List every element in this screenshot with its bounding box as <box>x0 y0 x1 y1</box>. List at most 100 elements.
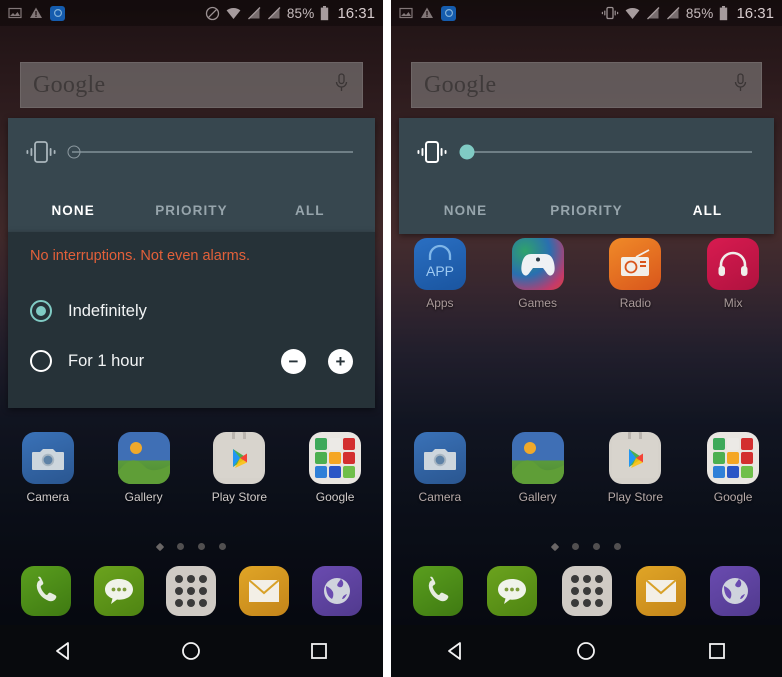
tab-none[interactable]: NONE <box>14 203 132 218</box>
volume-slider[interactable] <box>459 144 752 160</box>
vibrate-icon[interactable] <box>415 139 449 165</box>
microphone-icon[interactable] <box>732 72 749 99</box>
warning-icon <box>30 7 42 18</box>
volume-slider-thumb[interactable] <box>67 145 81 159</box>
volume-slider[interactable] <box>67 145 353 159</box>
folder-app-music <box>727 452 740 464</box>
dock-browser[interactable] <box>300 566 373 616</box>
page-dot[interactable] <box>593 543 600 550</box>
apps-folder-icon: APP <box>413 238 466 290</box>
zen-option-indefinitely[interactable]: Indefinitely <box>30 286 353 336</box>
page-dot[interactable] <box>219 543 226 550</box>
tab-none[interactable]: NONE <box>405 203 526 218</box>
app-label: Apps <box>426 296 454 310</box>
navigation-bar <box>391 625 782 677</box>
folder-app-maps <box>713 452 726 464</box>
duration-stepper: − + <box>281 348 353 374</box>
back-triangle-icon[interactable] <box>430 625 482 677</box>
phone-icon <box>21 566 72 616</box>
status-bar-clock: 16:31 <box>337 4 375 22</box>
dock-app-drawer[interactable] <box>549 566 623 616</box>
app-label: Gallery <box>124 490 163 504</box>
tab-all[interactable]: ALL <box>251 203 369 218</box>
dock-messages[interactable] <box>83 566 156 616</box>
volume-slider-row <box>399 118 774 186</box>
decrease-duration-button[interactable]: − <box>281 348 306 374</box>
back-triangle-icon[interactable] <box>38 625 90 677</box>
battery-percent: 85% <box>286 5 315 21</box>
zen-option-label: Indefinitely <box>68 301 147 320</box>
camera-icon <box>21 432 74 484</box>
tab-priority[interactable]: PRIORITY <box>132 203 250 218</box>
status-bar-clock: 16:31 <box>736 4 774 22</box>
do-not-disturb-icon <box>205 6 219 20</box>
status-bar: 85% 16:31 <box>391 0 782 26</box>
dock-phone[interactable] <box>401 566 475 616</box>
app-google-folder[interactable]: Google <box>684 432 782 504</box>
folder-app-news <box>343 452 356 464</box>
app-gallery[interactable]: Gallery <box>489 432 587 504</box>
page-dot-current[interactable] <box>155 542 165 551</box>
app-camera[interactable]: Camera <box>0 432 96 504</box>
app-radio[interactable]: Radio <box>587 238 685 310</box>
status-bar: 85% 16:31 <box>0 0 383 26</box>
recents-square-icon[interactable] <box>293 625 345 677</box>
page-dot[interactable] <box>198 543 205 550</box>
battery-icon <box>321 5 329 20</box>
radio-for-1-hour[interactable] <box>30 350 52 372</box>
app-games[interactable]: Games <box>489 238 587 310</box>
home-circle-icon[interactable] <box>560 625 612 677</box>
dock-app-drawer[interactable] <box>155 566 228 616</box>
signal-off-icon <box>646 6 660 19</box>
radio-indefinitely[interactable] <box>30 300 52 322</box>
increase-duration-button[interactable]: + <box>328 348 353 374</box>
page-dot-current[interactable] <box>550 542 560 551</box>
svg-text:APP: APP <box>426 263 454 279</box>
app-label: Gallery <box>518 490 557 504</box>
dual-screenshot-comparison: 85% 16:31 Google NONE PRIORITY ALL No in… <box>0 0 782 677</box>
recents-square-icon[interactable] <box>691 625 743 677</box>
dock-messages[interactable] <box>475 566 549 616</box>
radio-icon <box>609 238 662 290</box>
signal-off-icon <box>247 6 261 19</box>
app-google-folder[interactable]: Google <box>287 432 383 504</box>
dock <box>391 560 782 622</box>
app-apps-folder[interactable]: APP Apps <box>391 238 489 310</box>
google-folder-icon <box>309 432 362 484</box>
tab-all[interactable]: ALL <box>647 203 768 218</box>
app-label: Play Store <box>607 490 664 504</box>
google-search-widget[interactable]: Google <box>411 62 762 108</box>
zen-mode-panel: NONE PRIORITY ALL <box>8 118 375 234</box>
battery-percent: 85% <box>685 5 714 21</box>
page-dot[interactable] <box>572 543 579 550</box>
volume-slider-thumb[interactable] <box>459 144 475 160</box>
dock-email[interactable] <box>624 566 698 616</box>
app-play-store[interactable]: Play Store <box>192 432 288 504</box>
phone-screen-left: 85% 16:31 Google NONE PRIORITY ALL No in… <box>0 0 383 677</box>
dock-browser[interactable] <box>698 566 772 616</box>
status-bar-notifications <box>399 5 456 21</box>
folder-app-gmail <box>329 438 342 450</box>
gallery-icon <box>511 432 564 484</box>
microphone-icon[interactable] <box>333 72 350 99</box>
app-play-store[interactable]: Play Store <box>587 432 685 504</box>
wifi-icon <box>226 7 241 19</box>
zen-option-for-1-hour[interactable]: For 1 hour − + <box>30 336 353 386</box>
app-gallery[interactable]: Gallery <box>96 432 192 504</box>
vibrate-icon[interactable] <box>24 139 58 165</box>
page-dot[interactable] <box>614 543 621 550</box>
page-dot[interactable] <box>177 543 184 550</box>
app-mix[interactable]: Mix <box>684 238 782 310</box>
app-camera[interactable]: Camera <box>391 432 489 504</box>
dock-email[interactable] <box>228 566 301 616</box>
dock-phone[interactable] <box>10 566 83 616</box>
google-search-widget[interactable]: Google <box>20 62 363 108</box>
folder-app-slides <box>329 466 342 478</box>
tab-priority[interactable]: PRIORITY <box>526 203 647 218</box>
folder-app-chrome <box>315 438 328 450</box>
home-circle-icon[interactable] <box>165 625 217 677</box>
app-label: Radio <box>619 296 652 310</box>
battery-icon <box>720 5 728 20</box>
app-drawer-icon <box>166 566 217 616</box>
zen-warning-text: No interruptions. Not even alarms. <box>30 248 251 264</box>
